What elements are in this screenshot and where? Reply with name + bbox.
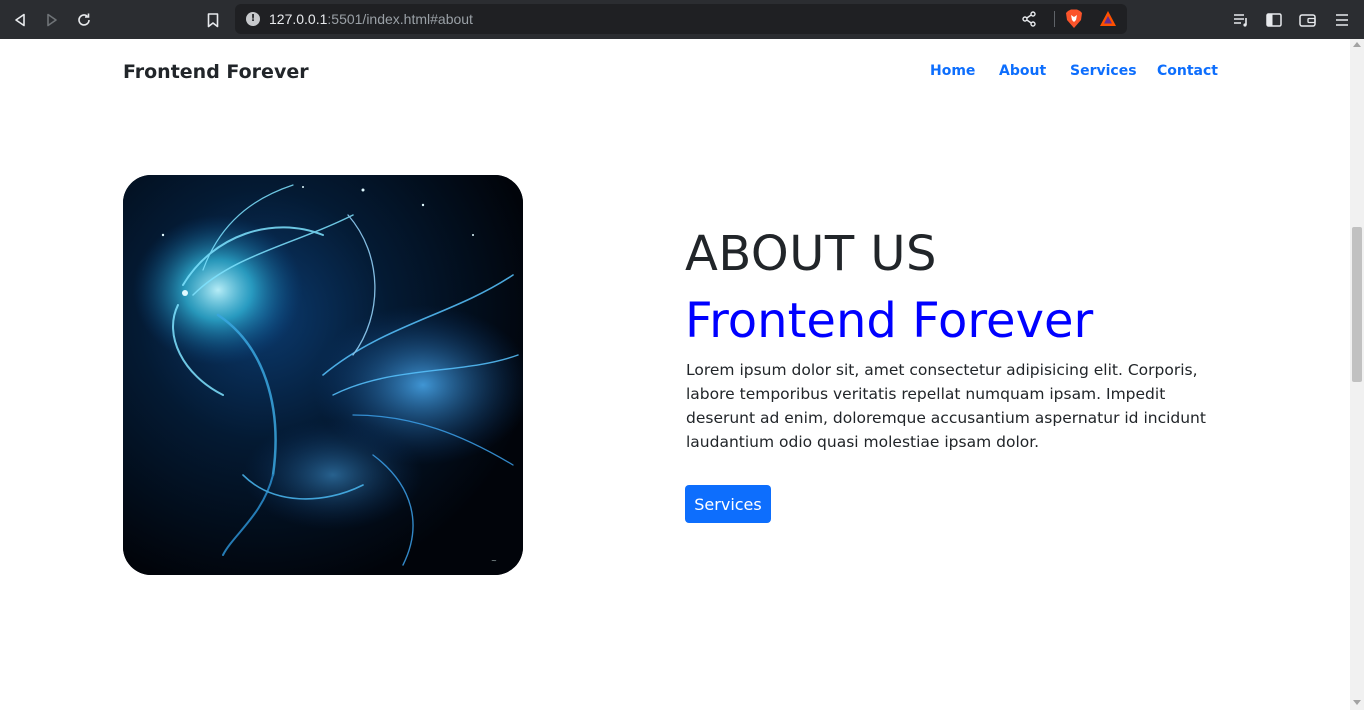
url-divider [1054,11,1055,27]
about-heading: ABOUT US [685,226,938,282]
url-path: :5501/index.html#about [327,11,473,27]
share-icon[interactable] [1021,11,1037,31]
wallet-icon[interactable] [1296,9,1318,31]
url-host: 127.0.0.1 [269,11,328,27]
back-icon[interactable] [9,9,31,31]
scroll-up-arrow-icon[interactable] [1353,42,1361,47]
scroll-down-arrow-icon[interactable] [1353,700,1361,705]
browser-toolbar: ! 127.0.0.1:5501/index.html#about [0,0,1364,39]
bookmark-icon[interactable] [202,9,224,31]
about-paragraph: Lorem ipsum dolor sit, amet consectetur … [686,361,1206,451]
brave-rewards-icon[interactable] [1099,10,1117,31]
services-button[interactable]: Services [685,485,771,523]
url-text[interactable]: 127.0.0.1:5501/index.html#about [269,11,473,27]
reload-icon[interactable] [73,9,95,31]
site-info-icon[interactable]: ! [246,12,260,26]
dragon-illustration: ~ [123,175,523,575]
site-brand[interactable]: Frontend Forever [123,61,309,83]
svg-text:~: ~ [491,557,497,565]
sidebar-icon[interactable] [1263,9,1285,31]
about-subheading: Frontend Forever [685,293,1094,349]
nav-contact-link[interactable]: Contact [1157,63,1218,79]
brave-shields-icon[interactable] [1065,9,1083,33]
about-image: ~ [123,175,523,575]
nav-about-link[interactable]: About [999,63,1046,79]
scrollbar-thumb[interactable] [1352,227,1362,382]
menu-icon[interactable] [1331,9,1353,31]
nav-home-link[interactable]: Home [930,63,975,79]
playlist-icon[interactable] [1230,9,1252,31]
nav-services-link[interactable]: Services [1070,63,1137,79]
address-bar[interactable]: ! 127.0.0.1:5501/index.html#about [235,4,1127,34]
forward-icon[interactable] [41,9,63,31]
